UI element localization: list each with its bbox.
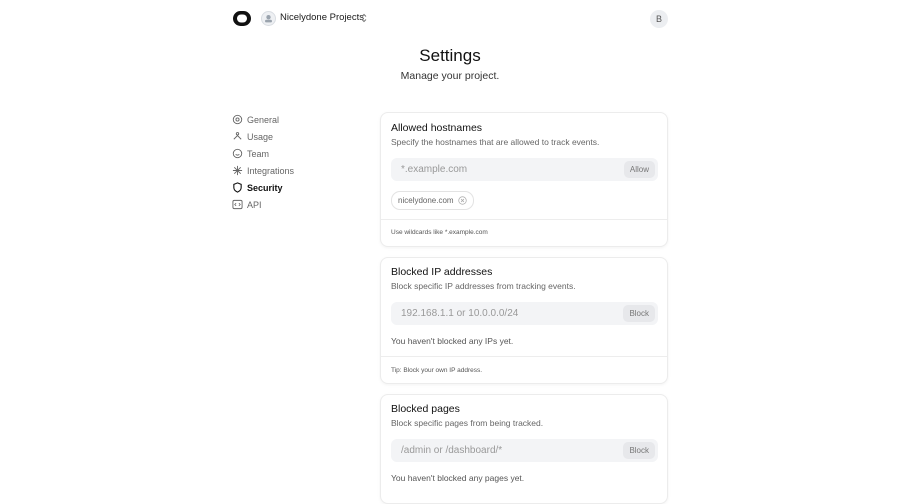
gear-icon <box>232 114 243 125</box>
usage-icon <box>233 132 242 140</box>
block-page-button[interactable]: Block <box>623 442 655 459</box>
divider <box>381 219 667 220</box>
sidebar-item-team[interactable]: Team <box>232 145 352 162</box>
hostname-chip: nicelydone.com <box>391 191 474 210</box>
page-input[interactable] <box>391 439 621 462</box>
allowed-hostnames-card: Allowed hostnames Specify the hostnames … <box>380 112 668 247</box>
sidebar-item-label: Usage <box>247 131 274 142</box>
sidebar-item-integrations[interactable]: Integrations <box>232 162 352 179</box>
hostname-input-row: Allow <box>391 158 658 181</box>
chevron-up-down-icon[interactable] <box>359 12 369 24</box>
blocked-ips-card: Blocked IP addresses Block specific IP a… <box>380 257 668 384</box>
page-subtitle: Manage your project. <box>400 70 500 82</box>
card-title: Allowed hostnames <box>391 122 483 134</box>
empty-state: You haven't blocked any IPs yet. <box>391 336 514 346</box>
card-footer: Use wildcards like *.example.com <box>391 229 488 236</box>
ip-input[interactable] <box>391 302 621 325</box>
sidebar-item-security[interactable]: Security <box>232 179 352 196</box>
sidebar-item-label: Team <box>247 148 270 159</box>
project-avatar[interactable] <box>261 11 276 26</box>
sidebar-item-label: Integrations <box>247 165 295 176</box>
hostname-input[interactable] <box>391 158 621 181</box>
divider <box>381 356 667 357</box>
card-description: Block specific pages from being tracked. <box>391 418 544 428</box>
project-name[interactable]: Nicelydone Projects <box>280 12 364 23</box>
user-avatar[interactable]: B <box>650 10 668 28</box>
card-description: Specify the hostnames that are allowed t… <box>391 137 600 147</box>
page-input-row: Block <box>391 439 658 462</box>
sidebar-item-label: Security <box>247 182 283 193</box>
team-icon <box>232 148 243 159</box>
sidebar-item-usage[interactable]: Usage <box>232 128 352 145</box>
sidebar-item-label: General <box>247 114 280 125</box>
project-icon <box>265 15 272 23</box>
allow-button[interactable]: Allow <box>623 161 655 178</box>
logo-icon[interactable] <box>233 11 251 26</box>
card-description: Block specific IP addresses from trackin… <box>391 281 576 291</box>
top-bar: Nicelydone Projects B <box>0 0 900 38</box>
shield-icon <box>233 182 242 193</box>
card-title: Blocked IP addresses <box>391 266 493 278</box>
blocked-pages-card: Blocked pages Block specific pages from … <box>380 394 668 504</box>
sidebar-item-api[interactable]: API <box>232 196 352 213</box>
chip-label: nicelydone.com <box>398 196 454 205</box>
ip-input-row: Block <box>391 302 658 325</box>
page-title: Settings <box>419 46 481 65</box>
code-icon <box>232 199 243 210</box>
settings-nav: General Usage Team Integrations Security… <box>232 111 352 213</box>
card-footer: Tip: Block your own IP address. <box>391 367 483 374</box>
empty-state: You haven't blocked any pages yet. <box>391 473 525 483</box>
sidebar-item-general[interactable]: General <box>232 111 352 128</box>
card-title: Blocked pages <box>391 403 460 415</box>
block-ip-button[interactable]: Block <box>623 305 655 322</box>
integrations-icon <box>232 165 243 176</box>
remove-icon[interactable] <box>457 196 467 205</box>
sidebar-item-label: API <box>247 199 262 210</box>
